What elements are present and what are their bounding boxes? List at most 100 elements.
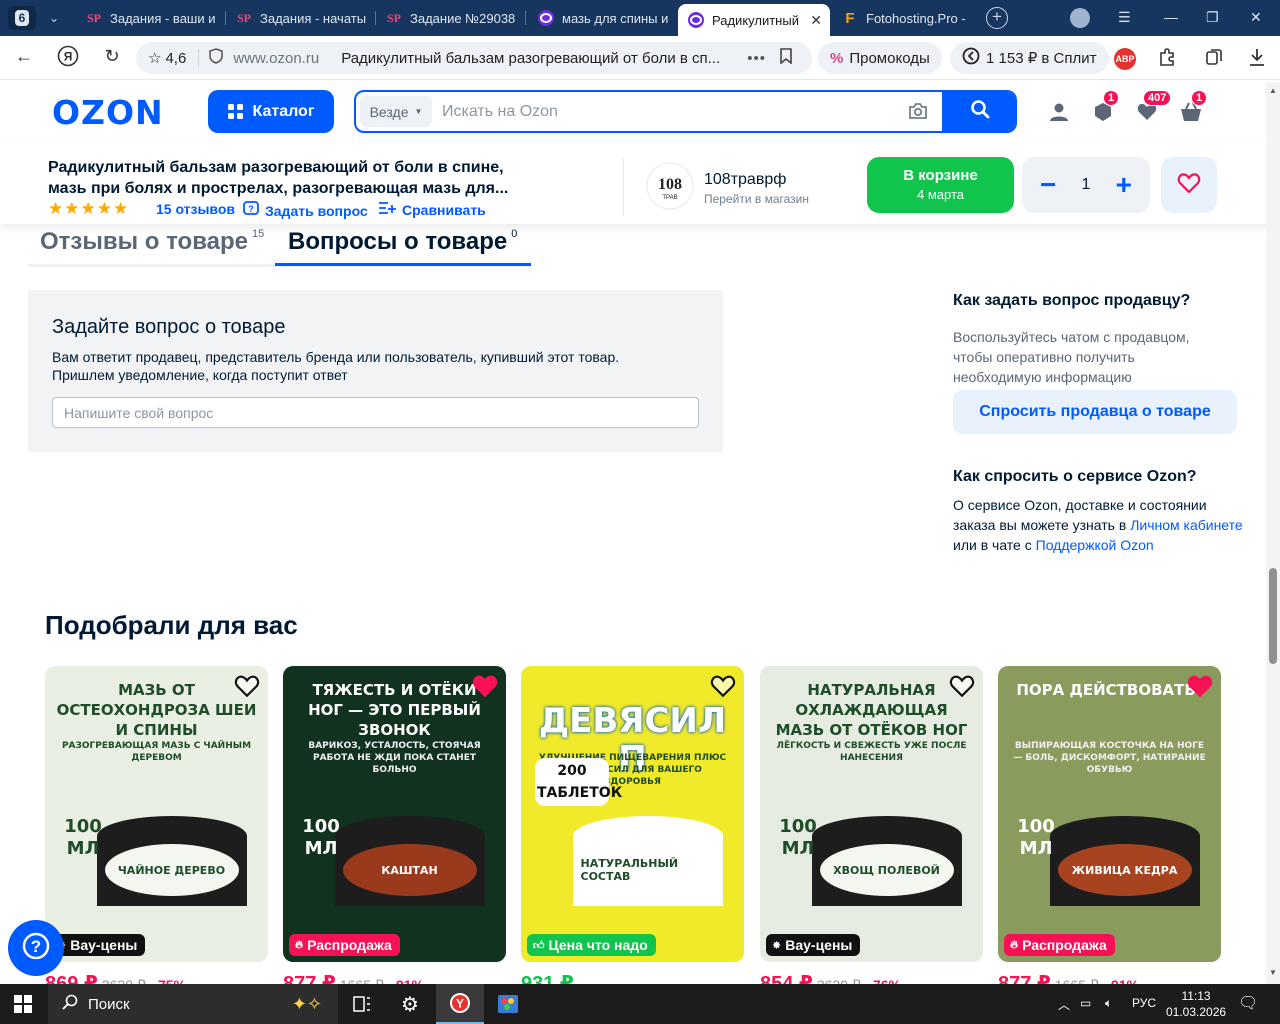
yandex-browser-app-icon[interactable]: Y: [436, 984, 484, 1024]
product-image[interactable]: ПОРА ДЕЙСТВОВАТЬ! ВЫПИРАЮЩАЯ КОСТОЧКА НА…: [998, 666, 1221, 962]
heart-filled-icon[interactable]: [1187, 674, 1213, 698]
tray-chevron-up-icon[interactable]: ︿: [1058, 996, 1070, 1013]
product-card[interactable]: ТЯЖЕСТЬ И ОТЁКИ НОГ — ЭТО ПЕРВЫЙ ЗВОНОК …: [283, 666, 506, 962]
input-language[interactable]: РУС: [1132, 996, 1156, 1010]
back-arrow-icon[interactable]: ←: [12, 46, 36, 67]
split-button[interactable]: 1 153 ₽ в Сплит: [950, 42, 1109, 74]
ask-seller-heading: Как задать вопрос продавцу?: [953, 292, 1191, 309]
downloads-icon[interactable]: [1248, 47, 1266, 72]
old-price: 3620 ₽: [817, 977, 861, 984]
bookmark-icon[interactable]: [780, 48, 792, 68]
browser-tab[interactable]: SP Задания - начаты: [226, 4, 376, 32]
tabs-menu-chevron-icon[interactable]: ⌄: [40, 6, 68, 30]
collections-icon[interactable]: [1204, 47, 1224, 72]
help-chat-button[interactable]: ?: [8, 920, 64, 976]
increase-quantity-button[interactable]: +: [1116, 171, 1132, 199]
volume-icon[interactable]: 🔈︎: [1105, 996, 1112, 1011]
page-scrollbar[interactable]: ▲ ▼: [1266, 82, 1280, 984]
adblock-icon[interactable]: ABP: [1114, 48, 1136, 70]
close-tab-icon[interactable]: ✕: [810, 12, 822, 29]
description-line: Вам ответит продавец, представитель брен…: [52, 349, 620, 365]
product-image-subtext: ВАРИКОЗ, УСТАЛОСТЬ, СТОЯЧАЯ РАБОТА НЕ ЖД…: [308, 741, 481, 775]
tab-reviews[interactable]: Отзывы о товаре 15: [40, 228, 264, 256]
product-card[interactable]: ПОРА ДЕЙСТВОВАТЬ! ВЫПИРАЮЩАЯ КОСТОЧКА НА…: [998, 666, 1221, 962]
taskbar-search[interactable]: Поиск ✦✧: [48, 984, 338, 1024]
orders-box-icon[interactable]: 1: [1091, 90, 1120, 124]
paint-app-icon[interactable]: [484, 984, 532, 1024]
more-dots-icon[interactable]: •••: [747, 50, 766, 67]
profile-avatar-icon[interactable]: [1070, 8, 1090, 28]
ozon-logo[interactable]: OZON: [52, 93, 184, 133]
browser-tab[interactable]: мазь для спины и: [528, 4, 676, 32]
product-image[interactable]: ДЕВЯСИЛ П УЛУЧШЕНИЕ ПИЩЕВАРЕНИЯ ПЛЮС ДЕВ…: [521, 666, 744, 962]
windows-start-icon[interactable]: [14, 995, 32, 1018]
decrease-quantity-button[interactable]: −: [1040, 171, 1056, 199]
network-icon[interactable]: ▭: [1080, 996, 1091, 1010]
browser-tab[interactable]: F Fotohosting.Pro -: [832, 4, 972, 32]
tab-count-button[interactable]: 6: [8, 6, 36, 30]
product-card[interactable]: ДЕВЯСИЛ П УЛУЧШЕНИЕ ПИЩЕВАРЕНИЯ ПЛЮС ДЕВ…: [521, 666, 744, 962]
restore-icon[interactable]: ❐: [1206, 9, 1219, 26]
search-submit-button[interactable]: [942, 92, 1015, 131]
minimize-icon[interactable]: —: [1164, 9, 1178, 25]
product-image-subtext: РАЗОГРЕВАЮЩАЯ МАЗЬ С ЧАЙНЫМ ДЕРЕВОМ: [61, 741, 252, 763]
url-field[interactable]: ☆ 4,6 www.ozon.ru Радикулитный бальзам р…: [136, 42, 812, 74]
camera-search-icon[interactable]: [908, 102, 930, 120]
heart-outline-icon[interactable]: [234, 674, 260, 698]
favorites-heart-icon[interactable]: 407: [1135, 90, 1172, 124]
add-to-favorites-button[interactable]: [1161, 157, 1217, 213]
delivery-date: 4 марта: [917, 187, 964, 202]
extensions-puzzle-icon[interactable]: [1158, 47, 1178, 72]
user-profile-icon[interactable]: [1047, 100, 1071, 124]
ask-seller-button[interactable]: Спросить продавца о товаре: [953, 390, 1237, 434]
catalog-button[interactable]: Каталог: [208, 90, 334, 133]
scroll-up-arrow-icon[interactable]: ▲: [1269, 86, 1277, 95]
scrollbar-thumb[interactable]: [1269, 568, 1277, 664]
system-clock[interactable]: 11:13 01.03.2026: [1166, 988, 1226, 1020]
product-card[interactable]: МАЗЬ ОТ ОСТЕОХОНДРОЗА ШЕИ И СПИНЫ РАЗОГР…: [45, 666, 268, 962]
go-to-shop-link[interactable]: Перейти в магазин: [704, 192, 809, 206]
address-bar-row: ← Я ↻ ☆ 4,6 www.ozon.ru Радикулитный бал…: [0, 36, 1280, 80]
search-scope-value: Везде: [369, 103, 409, 120]
product-image[interactable]: МАЗЬ ОТ ОСТЕОХОНДРОЗА ШЕИ И СПИНЫ РАЗОГР…: [45, 666, 268, 962]
old-price: 3620 ₽: [102, 977, 146, 984]
heart-outline-icon[interactable]: [710, 674, 736, 698]
close-window-icon[interactable]: ✕: [1250, 9, 1262, 26]
reload-icon[interactable]: ↻: [100, 46, 124, 67]
in-cart-button[interactable]: В корзине 4 марта: [867, 157, 1014, 213]
personal-account-link[interactable]: Личном кабинете: [1130, 517, 1243, 533]
heart-filled-icon[interactable]: [472, 674, 498, 698]
browser-tab[interactable]: SP Задание №29038: [376, 4, 526, 32]
ask-question-link[interactable]: ? Задать вопрос: [243, 201, 368, 220]
question-input[interactable]: [52, 397, 699, 428]
reviews-link[interactable]: 15 отзывов: [156, 201, 235, 217]
product-image[interactable]: ТЯЖЕСТЬ И ОТЁКИ НОГ — ЭТО ПЕРВЫЙ ЗВОНОК …: [283, 666, 506, 962]
tab-count: 6: [14, 10, 30, 26]
seller-logo[interactable]: 108 ТРАВ: [646, 162, 694, 215]
cart-basket-icon[interactable]: 1: [1179, 90, 1208, 124]
seller-name[interactable]: 108травpф: [704, 171, 786, 189]
search-scope-select[interactable]: Везде ▼: [360, 96, 432, 127]
settings-gear-icon[interactable]: ⚙: [386, 984, 434, 1024]
promocodes-button[interactable]: % Промокоды: [818, 42, 942, 74]
product-image[interactable]: НАТУРАЛЬНАЯ ОХЛАЖДАЮЩАЯ МАЗЬ ОТ ОТЁКОВ Н…: [760, 666, 983, 962]
scroll-down-arrow-icon[interactable]: ▼: [1269, 968, 1277, 977]
clock-date: 01.03.2026: [1166, 1005, 1227, 1019]
yandex-logo-icon[interactable]: Я: [56, 45, 80, 72]
heart-outline-icon[interactable]: [949, 674, 975, 698]
browser-menu-icon[interactable]: ☰: [1118, 9, 1131, 26]
tab-questions[interactable]: Вопросы о товаре 0: [288, 228, 517, 256]
product-card[interactable]: НАТУРАЛЬНАЯ ОХЛАЖДАЮЩАЯ МАЗЬ ОТ ОТЁКОВ Н…: [760, 666, 983, 962]
browser-tab-active[interactable]: Радикулитный ✕: [678, 4, 830, 36]
browser-tab[interactable]: SP Задания - ваши и: [76, 4, 226, 32]
active-tab-indicator: [275, 263, 531, 266]
new-tab-plus-icon[interactable]: +: [986, 7, 1008, 29]
ozon-support-link[interactable]: Поддержкой Ozon: [1036, 537, 1154, 553]
search-input[interactable]: [442, 92, 912, 131]
compare-link[interactable]: Сравнивать: [378, 201, 486, 218]
task-view-icon[interactable]: [338, 984, 386, 1024]
notifications-icon[interactable]: 🗨︎: [1238, 993, 1258, 1013]
site-rating[interactable]: ☆ 4,6: [148, 49, 200, 67]
discount: −75%: [150, 977, 186, 984]
description-line: Пришлем уведомление, когда поступит отве…: [52, 367, 348, 383]
